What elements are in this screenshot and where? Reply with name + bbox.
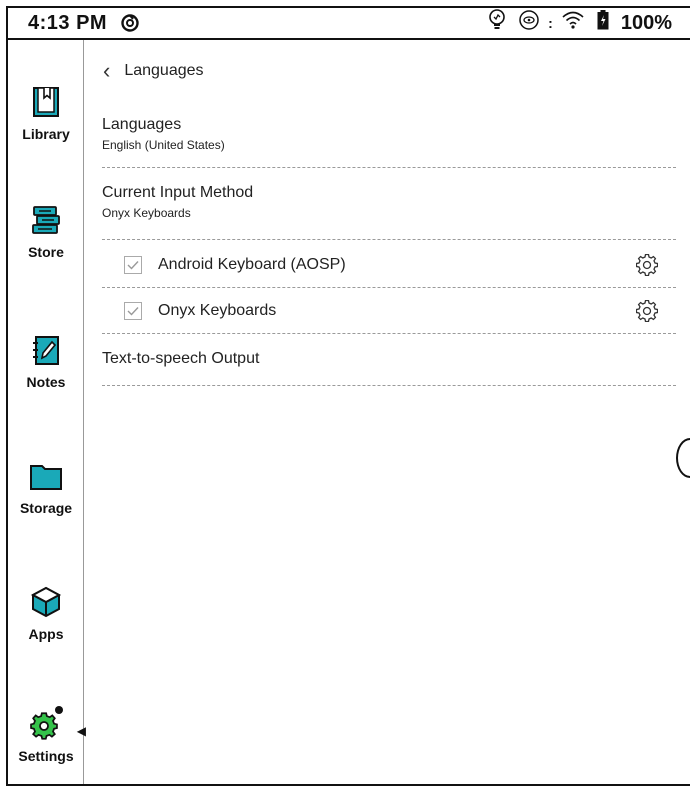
wifi-icon[interactable] [561,10,585,36]
tts-setting[interactable]: Text-to-speech Output [102,350,676,386]
sidebar-item-label: Apps [28,626,64,642]
back-arrow-icon[interactable]: ‹ [103,60,110,82]
separator-dot: : [548,15,553,31]
setting-title: Text-to-speech Output [102,350,260,367]
keyboard-row-aosp[interactable]: Android Keyboard (AOSP) [102,242,676,288]
sidebar-item-library[interactable]: Library [8,82,84,142]
input-method-setting[interactable]: Current Input Method Onyx Keyboards [102,184,676,240]
device-frame: 4:13 PM : 100% Library Store Notes Stora… [6,6,690,786]
status-icons: : 100% [488,9,672,37]
folder-icon [26,456,66,496]
main-content: ‹ Languages Languages English (United St… [85,40,690,784]
lightbulb-icon[interactable] [488,9,506,37]
setting-value: English (United States) [102,138,225,152]
keyboard-label: Onyx Keyboards [158,301,277,319]
page-header: ‹ Languages [103,60,204,82]
sidebar-item-label: Storage [19,500,73,516]
page-title: Languages [124,62,204,79]
sync-icon [121,14,139,32]
gear-icon[interactable] [636,253,658,276]
sidebar: Library Store Notes Storage Apps Setting… [8,40,86,784]
battery-percent: 100% [620,11,672,34]
battery-icon [597,10,609,36]
keyboard-label: Android Keyboard (AOSP) [158,255,346,273]
keyboard-checkbox[interactable] [124,301,142,320]
setting-title: Current Input Method [102,184,254,201]
cube-icon [26,582,66,622]
checkmark-icon [127,306,139,316]
keyboard-row-onyx[interactable]: Onyx Keyboards [102,288,676,334]
sidebar-item-apps[interactable]: Apps [8,582,84,642]
sidebar-item-label: Notes [26,374,66,390]
setting-title: Languages [102,116,182,133]
sidebar-item-label: Settings [18,748,74,764]
floating-edge-handle[interactable] [676,438,690,478]
keyboard-checkbox[interactable] [124,255,142,274]
sidebar-item-notes[interactable]: Notes [8,330,84,390]
sidebar-item-store[interactable]: Store [8,200,84,260]
sidebar-item-label: Store [28,244,64,260]
eye-refresh-icon[interactable] [518,9,540,37]
books-stack-icon [26,200,66,240]
sidebar-item-settings[interactable]: Settings ◀ [8,704,86,764]
sidebar-item-storage[interactable]: Storage [8,456,84,516]
sidebar-item-label: Library [22,126,70,142]
languages-setting[interactable]: Languages English (United States) [102,116,676,168]
gear-settings-icon [26,704,66,744]
setting-value: Onyx Keyboards [102,206,191,220]
gear-icon[interactable] [636,299,658,322]
clock: 4:13 PM [28,11,108,34]
status-bar: 4:13 PM : 100% [8,8,690,40]
book-icon [26,82,66,122]
checkmark-icon [127,260,139,270]
notebook-pen-icon [26,330,66,370]
